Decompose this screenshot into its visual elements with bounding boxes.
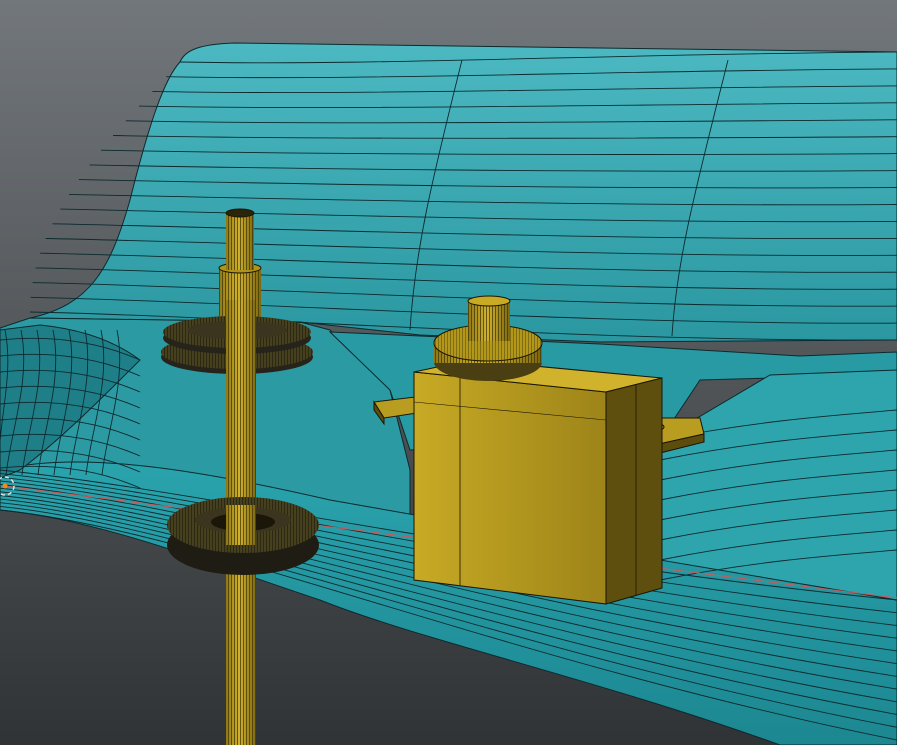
scene-canvas[interactable] [0,0,897,745]
servo-body-side [605,377,663,605]
servo-body-front [413,371,607,605]
3d-viewport[interactable] [0,0,897,745]
